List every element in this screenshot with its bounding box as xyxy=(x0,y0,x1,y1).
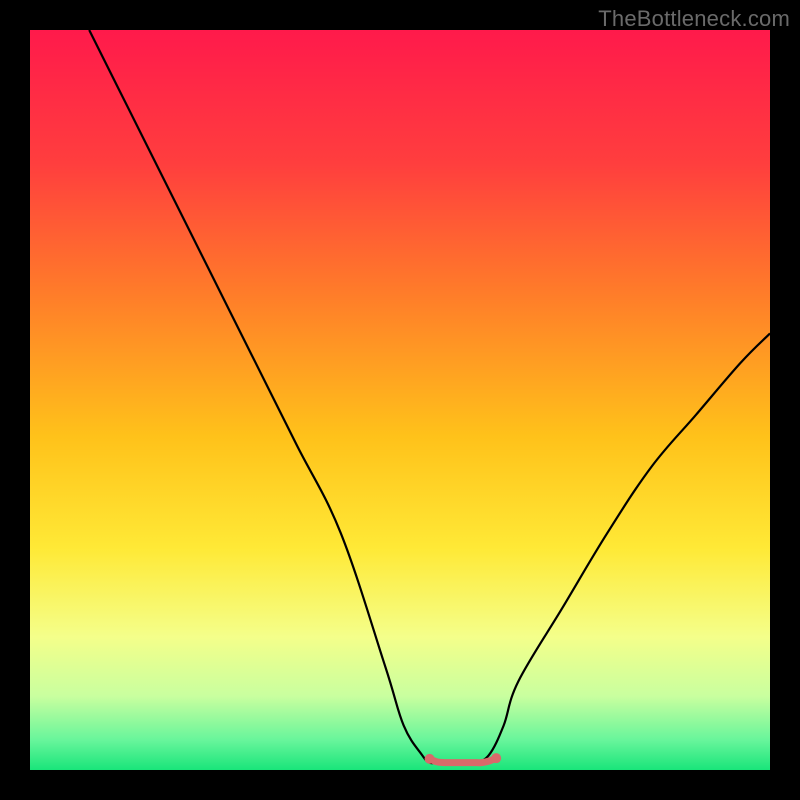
flat-segment-start-dot xyxy=(425,754,435,764)
chart-frame: TheBottleneck.com xyxy=(0,0,800,800)
watermark-text: TheBottleneck.com xyxy=(598,6,790,32)
flat-segment-end-dot xyxy=(491,753,501,763)
plot-area xyxy=(30,30,770,770)
chart-svg xyxy=(30,30,770,770)
chart-background xyxy=(30,30,770,770)
